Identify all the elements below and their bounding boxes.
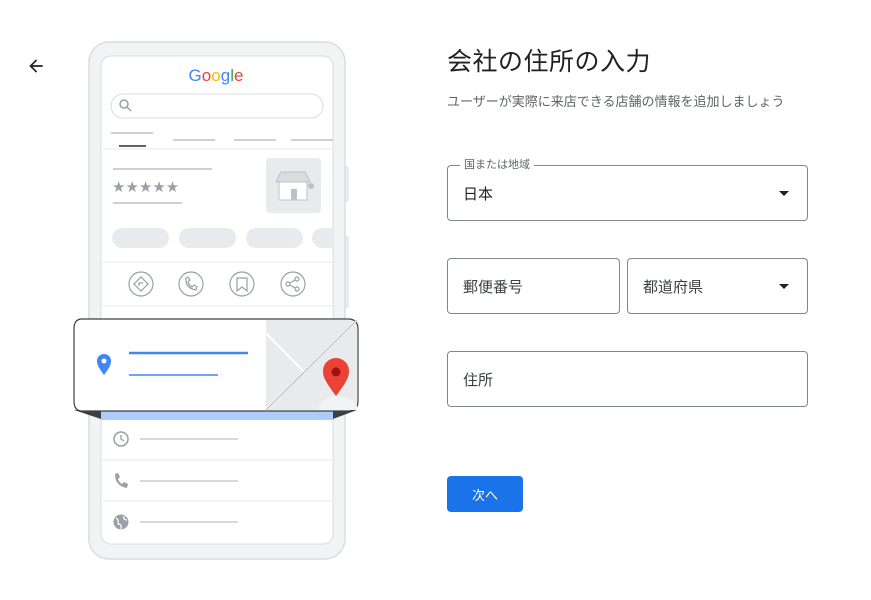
dropdown-arrow-icon [779, 284, 789, 289]
phone-icon [178, 271, 204, 297]
share-icon [280, 271, 306, 297]
postal-code-placeholder: 郵便番号 [463, 278, 524, 296]
bookmark-icon [229, 271, 255, 297]
phone-illustration: Google ★★★★★ [73, 41, 359, 560]
country-select[interactable]: 国または地域 日本 [447, 158, 808, 221]
next-button[interactable]: 次へ [447, 476, 523, 512]
country-value: 日本 [463, 185, 494, 203]
prefecture-select[interactable]: 都道府県 [627, 258, 808, 314]
directions-icon [128, 271, 154, 297]
rating-stars: ★★★★★ [112, 178, 179, 196]
postal-code-field[interactable]: 郵便番号 [447, 258, 620, 314]
prefecture-placeholder: 都道府県 [643, 278, 704, 296]
globe-icon [113, 514, 129, 530]
google-logo: Google [189, 66, 244, 85]
address-placeholder: 住所 [463, 371, 494, 389]
country-label: 国または地域 [460, 158, 534, 172]
page-title: 会社の住所の入力 [447, 47, 652, 76]
location-card [73, 318, 359, 412]
page-subtitle: ユーザーが実際に来店できる店舗の情報を追加しましょう [447, 95, 785, 110]
store-thumbnail [266, 158, 321, 213]
dropdown-arrow-icon [779, 191, 789, 196]
address-field[interactable]: 住所 [447, 351, 808, 407]
